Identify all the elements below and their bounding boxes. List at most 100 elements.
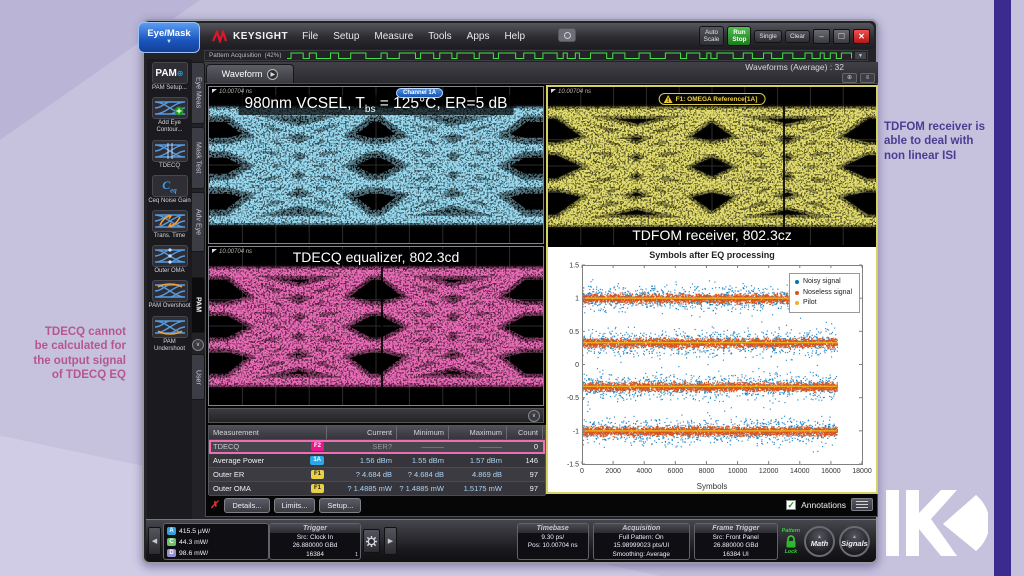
annotations-checkbox[interactable]: ✓ xyxy=(786,499,797,510)
auto-scale-button[interactable]: Auto Scale xyxy=(698,26,725,47)
menu-hamburger-icon[interactable]: ≡ xyxy=(860,73,875,83)
scroll-right-button[interactable]: ▶ xyxy=(384,527,397,555)
minimize-button[interactable]: – xyxy=(813,28,830,44)
tab-adv-eye[interactable]: Adv Eye xyxy=(192,192,205,252)
measurement-table: Measurement Current Minimum Maximum Coun… xyxy=(208,425,546,496)
acquisition-panel[interactable]: Acquisition Full Pattern: On 15.98999023… xyxy=(592,522,690,560)
clear-button[interactable]: Clear xyxy=(784,29,810,43)
screenshot-camera-icon[interactable] xyxy=(558,28,576,42)
sidebar-item-label: PAM Overshoot xyxy=(148,303,191,310)
sidebar-item-add-eye-contour[interactable]: Add Eye Contour... xyxy=(148,97,191,134)
single-button[interactable]: Single xyxy=(754,29,782,43)
zoom-tool-icon[interactable]: ⊕ xyxy=(842,73,857,83)
add-eye-contour-icon xyxy=(151,97,188,120)
details-button[interactable]: Details... xyxy=(224,498,270,513)
annotations-list-icon[interactable] xyxy=(851,498,873,511)
trigger-body: Src: Clock In 26.880000 GBd 16384 xyxy=(292,533,338,559)
eye-mask-mode-button[interactable]: Eye/Mask ▼ xyxy=(138,22,200,53)
tab-pam[interactable]: PAM xyxy=(192,277,205,333)
pattern-dropdown-button[interactable]: ▼ xyxy=(854,51,867,60)
eye-diagram-cyan-panel[interactable]: 10.00704 ns Channel 1A 980nm VCSEL, Tbs … xyxy=(208,86,544,244)
table-header-row: Measurement Current Minimum Maximum Coun… xyxy=(209,426,545,440)
channel-c-badge: C xyxy=(167,538,176,546)
warning-icon: ! xyxy=(663,95,673,103)
gear-icon[interactable] xyxy=(363,529,380,553)
menu-setup[interactable]: Setup xyxy=(333,31,359,42)
channel-a-badge: A xyxy=(167,527,176,535)
sidebar-item-tdecq[interactable]: TDECQ xyxy=(148,139,191,170)
menu-measure[interactable]: Measure xyxy=(374,31,413,42)
col-current: Current xyxy=(327,426,397,439)
vertical-tab-strip: Eye Meas Mask Test Adv Eye PAM ∨ User xyxy=(192,62,205,522)
timebase-panel[interactable]: Timebase 9.30 ps/ Pos: 10.00704 ns xyxy=(516,522,589,560)
symbols-scatter-plot[interactable]: Symbols after EQ processing Symbols Nois… xyxy=(548,247,876,492)
timebase-title: Timebase xyxy=(517,523,588,533)
play-icon[interactable]: ▶ xyxy=(267,68,279,80)
trigger-panel[interactable]: Trigger Src: Clock In 26.880000 GBd 1638… xyxy=(269,522,361,560)
ko-logo xyxy=(886,490,988,556)
eye-diagram-yellow-panel[interactable]: 10.00704 ns ! F1: OMEGA Reference[1A] TD… xyxy=(548,87,876,245)
transition-time-icon xyxy=(151,209,188,232)
annotation-right-note: TDFOM receiver is able to deal with non … xyxy=(884,121,985,162)
title-bar: KEYSIGHT File Setup Measure Tools Apps H… xyxy=(146,23,874,49)
pam-undershoot-icon xyxy=(151,315,188,338)
sidebar: PAM ⊕ PAM Setup... Add Eye Contour... TDE… xyxy=(147,59,192,537)
sidebar-item-pam-setup[interactable]: PAM ⊕ PAM Setup... xyxy=(148,62,191,92)
eye-cyan-title: 980nm VCSEL, Tbs = 125°C, ER=5 dB xyxy=(238,95,514,116)
run-stop-button[interactable]: Run Stop xyxy=(727,26,752,47)
frame-trigger-panel[interactable]: Frame Trigger Src: Front Panel 26.880000… xyxy=(693,522,778,560)
tab-waveform[interactable]: Waveform ▶ xyxy=(206,64,294,83)
menu-bar: File Setup Measure Tools Apps Help xyxy=(302,31,525,42)
brand-text: KEYSIGHT xyxy=(233,30,289,42)
col-maximum: Maximum xyxy=(449,426,507,439)
chart-title: Symbols after EQ processing xyxy=(649,250,775,260)
menu-apps[interactable]: Apps xyxy=(467,31,490,42)
source-badge: 1A xyxy=(310,456,324,465)
sidebar-item-pam-undershoot[interactable]: PAM Undershoot xyxy=(148,315,191,353)
legend-marker-noisy xyxy=(794,280,799,285)
table-row-tdecq[interactable]: TDECQ F2 SER? ——— ——— 0 xyxy=(209,440,545,454)
limits-button[interactable]: Limits... xyxy=(273,498,316,513)
cursor-line[interactable] xyxy=(783,105,785,227)
channel-levels-panel[interactable]: A 415.5 µW/ C 44.3 mW/ D 98.6 mW/ xyxy=(163,522,269,560)
eye-yellow-title: TDFOM receiver, 802.3cz xyxy=(626,227,798,243)
collapse-chevron-icon[interactable]: ∨ xyxy=(528,409,540,422)
sidebar-item-trans-time[interactable]: Trans. Time xyxy=(148,209,191,240)
frame-trigger-body: Src: Front Panel 26.880000 GBd 16384 UI xyxy=(712,533,759,559)
main-display: 10.00704 ns Channel 1A 980nm VCSEL, Tbs … xyxy=(205,83,878,517)
sidebar-item-label: TDECQ xyxy=(159,162,180,169)
source-badge: F1 xyxy=(310,484,324,493)
table-row-outer-oma[interactable]: Outer OMA F1 ? 1.4885 mW ? 1.4885 mW 1.5… xyxy=(209,482,545,496)
table-row-outer-er[interactable]: Outer ER F1 ? 4.684 dB ? 4.684 dB 4.869 … xyxy=(209,468,545,482)
close-button[interactable]: ✕ xyxy=(853,28,870,44)
sidebar-item-pam-overshoot[interactable]: PAM Overshoot xyxy=(148,280,191,310)
tab-user[interactable]: User xyxy=(192,354,205,400)
setup-button[interactable]: Setup... xyxy=(319,498,362,513)
collapse-bar[interactable]: ∨ xyxy=(208,408,544,423)
chart-legend: Noisy signal Noseless signal Pilot xyxy=(788,273,860,313)
delete-measurement-icon[interactable]: ✗ xyxy=(210,500,218,511)
scroll-left-button[interactable]: ◀ xyxy=(148,527,161,555)
signals-button[interactable]: ▲ Signals xyxy=(839,525,870,557)
eye-mask-label: Eye/Mask xyxy=(147,27,191,39)
sidebar-item-ceq-noise-gain[interactable]: Ceq Ceq Noise Gain xyxy=(148,174,191,205)
acquisition-body: Full Pattern: On 15.98999023 pts/UI Smoo… xyxy=(612,533,670,559)
menu-tools[interactable]: Tools xyxy=(428,31,451,42)
tab-strip-chevron-icon[interactable]: ∨ xyxy=(192,339,204,351)
maximize-button[interactable]: ☐ xyxy=(833,28,850,44)
table-row-average-power[interactable]: Average Power 1A 1.56 dBm 1.55 dBm 1.57 … xyxy=(209,454,545,468)
tab-mask-test[interactable]: Mask Test xyxy=(192,127,205,189)
menu-file[interactable]: File xyxy=(302,31,318,42)
eye-diagram-pink-panel[interactable]: 10.00704 ns TDECQ equalizer, 802.3cd xyxy=(208,246,544,406)
lock-icon xyxy=(786,534,796,547)
cursor-line[interactable] xyxy=(381,267,383,387)
timestamp-label: 10.00704 ns xyxy=(551,89,591,95)
sidebar-item-outer-oma[interactable]: Outer OMA xyxy=(148,245,191,275)
legend-marker-pilot xyxy=(794,301,799,306)
math-button[interactable]: ▲ Math xyxy=(804,525,835,557)
menu-help[interactable]: Help xyxy=(504,31,525,42)
waveform-tab-row: Waveform ▶ Waveforms (Average) : 32 ⊕ ≡ xyxy=(204,62,878,83)
chart-xlabel: Symbols xyxy=(696,482,728,491)
tab-eye-meas[interactable]: Eye Meas xyxy=(192,62,205,124)
source-badge: F2 xyxy=(310,442,324,451)
